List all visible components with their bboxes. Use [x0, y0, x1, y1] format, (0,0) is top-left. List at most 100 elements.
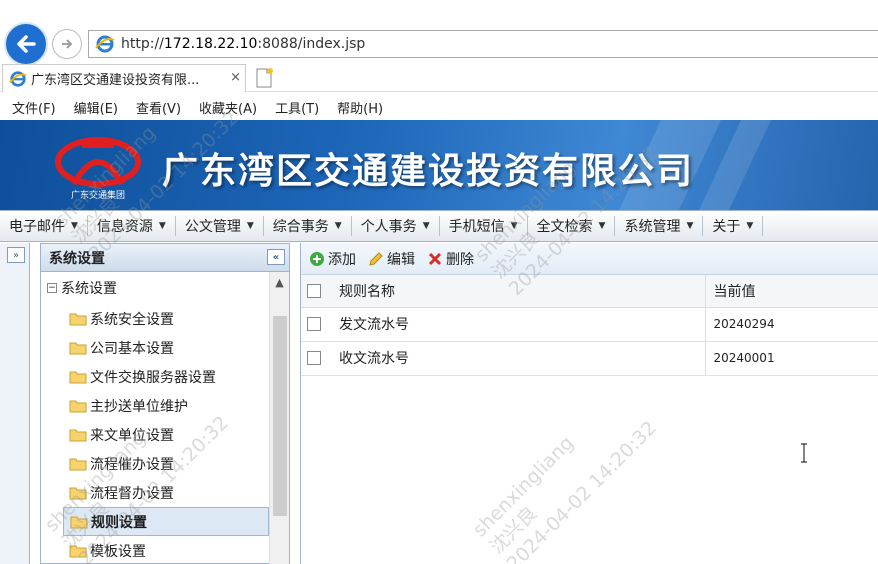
tree-root-label: 系统设置	[61, 281, 117, 297]
tree-item[interactable]: 模板设置	[41, 536, 269, 564]
folder-icon	[69, 400, 87, 412]
menu-view[interactable]: 查看(V)	[136, 98, 181, 117]
tree-item-label: 来文单位设置	[90, 427, 174, 444]
tree-item-label: 流程督办设置	[90, 485, 174, 502]
nav-system[interactable]: 系统管理 ▼	[615, 216, 704, 236]
row-checkbox[interactable]	[307, 317, 321, 331]
caret-down-icon: ▼	[686, 221, 694, 231]
delete-button[interactable]: 删除	[427, 249, 474, 269]
tree-item-label: 规则设置	[91, 514, 147, 531]
table-row[interactable]: 发文流水号 20240294	[301, 307, 878, 342]
menu-tools[interactable]: 工具(T)	[275, 98, 319, 117]
expand-icon[interactable]: »	[7, 247, 25, 263]
menu-favorites[interactable]: 收藏夹(A)	[199, 98, 257, 117]
arrow-left-icon	[17, 35, 36, 53]
menu-help[interactable]: 帮助(H)	[337, 98, 383, 117]
menu-edit[interactable]: 编辑(E)	[74, 98, 118, 117]
folder-icon	[69, 458, 87, 470]
row-checkbox-cell	[301, 307, 335, 342]
toolbar: 添加 编辑 删除	[301, 243, 878, 275]
add-button[interactable]: 添加	[309, 249, 356, 269]
nav-affairs[interactable]: 综合事务 ▼	[264, 216, 352, 236]
delete-label: 删除	[446, 251, 474, 268]
tree-root[interactable]: − 系统设置	[47, 278, 117, 298]
back-button[interactable]	[4, 22, 48, 66]
collapse-icon[interactable]: «	[267, 249, 285, 265]
table-row[interactable]: 收文流水号 20240001	[301, 341, 878, 376]
select-all-checkbox[interactable]	[307, 283, 321, 298]
browser-tab[interactable]: 广东湾区交通建设投资有限... ×	[2, 64, 246, 92]
tree-item[interactable]: 文件交换服务器设置	[41, 362, 269, 391]
rule-value: 20240001	[705, 341, 878, 376]
nav-info[interactable]: 信息资源 ▼	[88, 216, 176, 236]
caret-down-icon: ▼	[71, 221, 78, 231]
tree-item[interactable]: 流程催办设置	[41, 449, 269, 478]
nav-label: 系统管理	[624, 219, 681, 235]
tree-item[interactable]: 来文单位设置	[41, 420, 269, 449]
sidebar-title: 系统设置	[49, 250, 105, 267]
url-host: 172.18.22.10	[163, 36, 258, 52]
caret-down-icon: ▼	[158, 221, 166, 231]
rule-name: 收文流水号	[335, 341, 706, 376]
table-header-row: 规则名称 当前值	[301, 275, 878, 308]
row-checkbox[interactable]	[307, 351, 321, 365]
nav-search[interactable]: 全文检索 ▼	[528, 216, 616, 236]
row-checkbox-cell	[301, 341, 335, 376]
browser-menu-bar: 文件(F) 编辑(E) 查看(V) 收藏夹(A) 工具(T) 帮助(H)	[0, 94, 878, 120]
nav-label: 综合事务	[272, 219, 329, 235]
folder-icon	[69, 487, 87, 499]
sidebar-scrollbar[interactable]: ▲	[269, 272, 289, 564]
caret-down-icon: ▼	[246, 221, 254, 231]
new-tab-icon[interactable]	[252, 66, 276, 90]
select-all-cell	[301, 275, 335, 308]
tree-item-label: 公司基本设置	[90, 340, 174, 357]
settings-tree: − 系统设置 系统安全设置 公司基本设置 文件交换服务器设置 主抄送单位维护 来…	[41, 272, 289, 564]
tree-item-label: 主抄送单位维护	[90, 398, 188, 415]
folder-icon	[69, 313, 87, 325]
address-bar[interactable]: http://172.18.22.10:8088/index.jsp	[88, 30, 878, 58]
folder-icon	[69, 371, 87, 383]
header-rule-name[interactable]: 规则名称	[335, 275, 706, 308]
main-content: 添加 编辑 删除 规则名称 当前值 发文流水号 20240294 收文流水号 2…	[300, 243, 878, 564]
logo-text: 广东交通集团	[71, 189, 125, 201]
nav-about[interactable]: 关于 ▼	[703, 216, 764, 236]
tree-item[interactable]: 系统安全设置	[41, 304, 269, 333]
add-label: 添加	[328, 251, 356, 268]
scrollbar-thumb[interactable]	[273, 316, 287, 516]
tree-item[interactable]: 主抄送单位维护	[41, 391, 269, 420]
caret-down-icon: ▼	[598, 221, 606, 231]
tree-item[interactable]: 公司基本设置	[41, 333, 269, 362]
url-text: http://172.18.22.10:8088/index.jsp	[121, 36, 365, 52]
tree-item-label: 系统安全设置	[90, 311, 174, 328]
minus-icon[interactable]: −	[47, 283, 57, 293]
caret-down-icon: ▼	[746, 221, 754, 231]
menu-file[interactable]: 文件(F)	[12, 98, 56, 117]
nav-label: 关于	[712, 219, 741, 235]
nav-personal[interactable]: 个人事务 ▼	[352, 216, 440, 236]
nav-docs[interactable]: 公文管理 ▼	[176, 216, 264, 236]
header-current-value[interactable]: 当前值	[705, 275, 878, 308]
pencil-icon	[369, 251, 383, 266]
forward-button[interactable]	[52, 29, 82, 59]
scroll-up-icon[interactable]: ▲	[270, 272, 289, 292]
nav-label: 电子邮件	[9, 219, 65, 235]
tree-item-label: 流程催办设置	[90, 456, 174, 473]
edit-button[interactable]: 编辑	[368, 249, 415, 269]
folder-icon	[69, 545, 87, 557]
arrow-right-icon	[62, 39, 73, 49]
folder-icon	[69, 429, 87, 441]
tab-close-icon[interactable]: ×	[230, 70, 241, 85]
left-collapsed-strip: »	[0, 243, 30, 564]
edit-label: 编辑	[387, 251, 415, 268]
tree-item-selected[interactable]: 规则设置	[63, 507, 269, 536]
url-path: :8088/index.jsp	[257, 36, 366, 52]
rule-name: 发文流水号	[335, 307, 706, 342]
tree-item[interactable]: 流程督办设置	[41, 478, 269, 507]
rules-table: 规则名称 当前值 发文流水号 20240294 收文流水号 20240001	[301, 275, 878, 376]
nav-email[interactable]: 电子邮件 ▼	[0, 216, 88, 236]
app-banner: 广东交通集团 广东湾区交通建设投资有限公司	[0, 120, 878, 210]
nav-sms[interactable]: 手机短信 ▼	[440, 216, 528, 236]
folder-icon	[69, 342, 87, 354]
company-logo: 广东交通集团	[55, 137, 141, 201]
nav-label: 手机短信	[448, 219, 505, 235]
